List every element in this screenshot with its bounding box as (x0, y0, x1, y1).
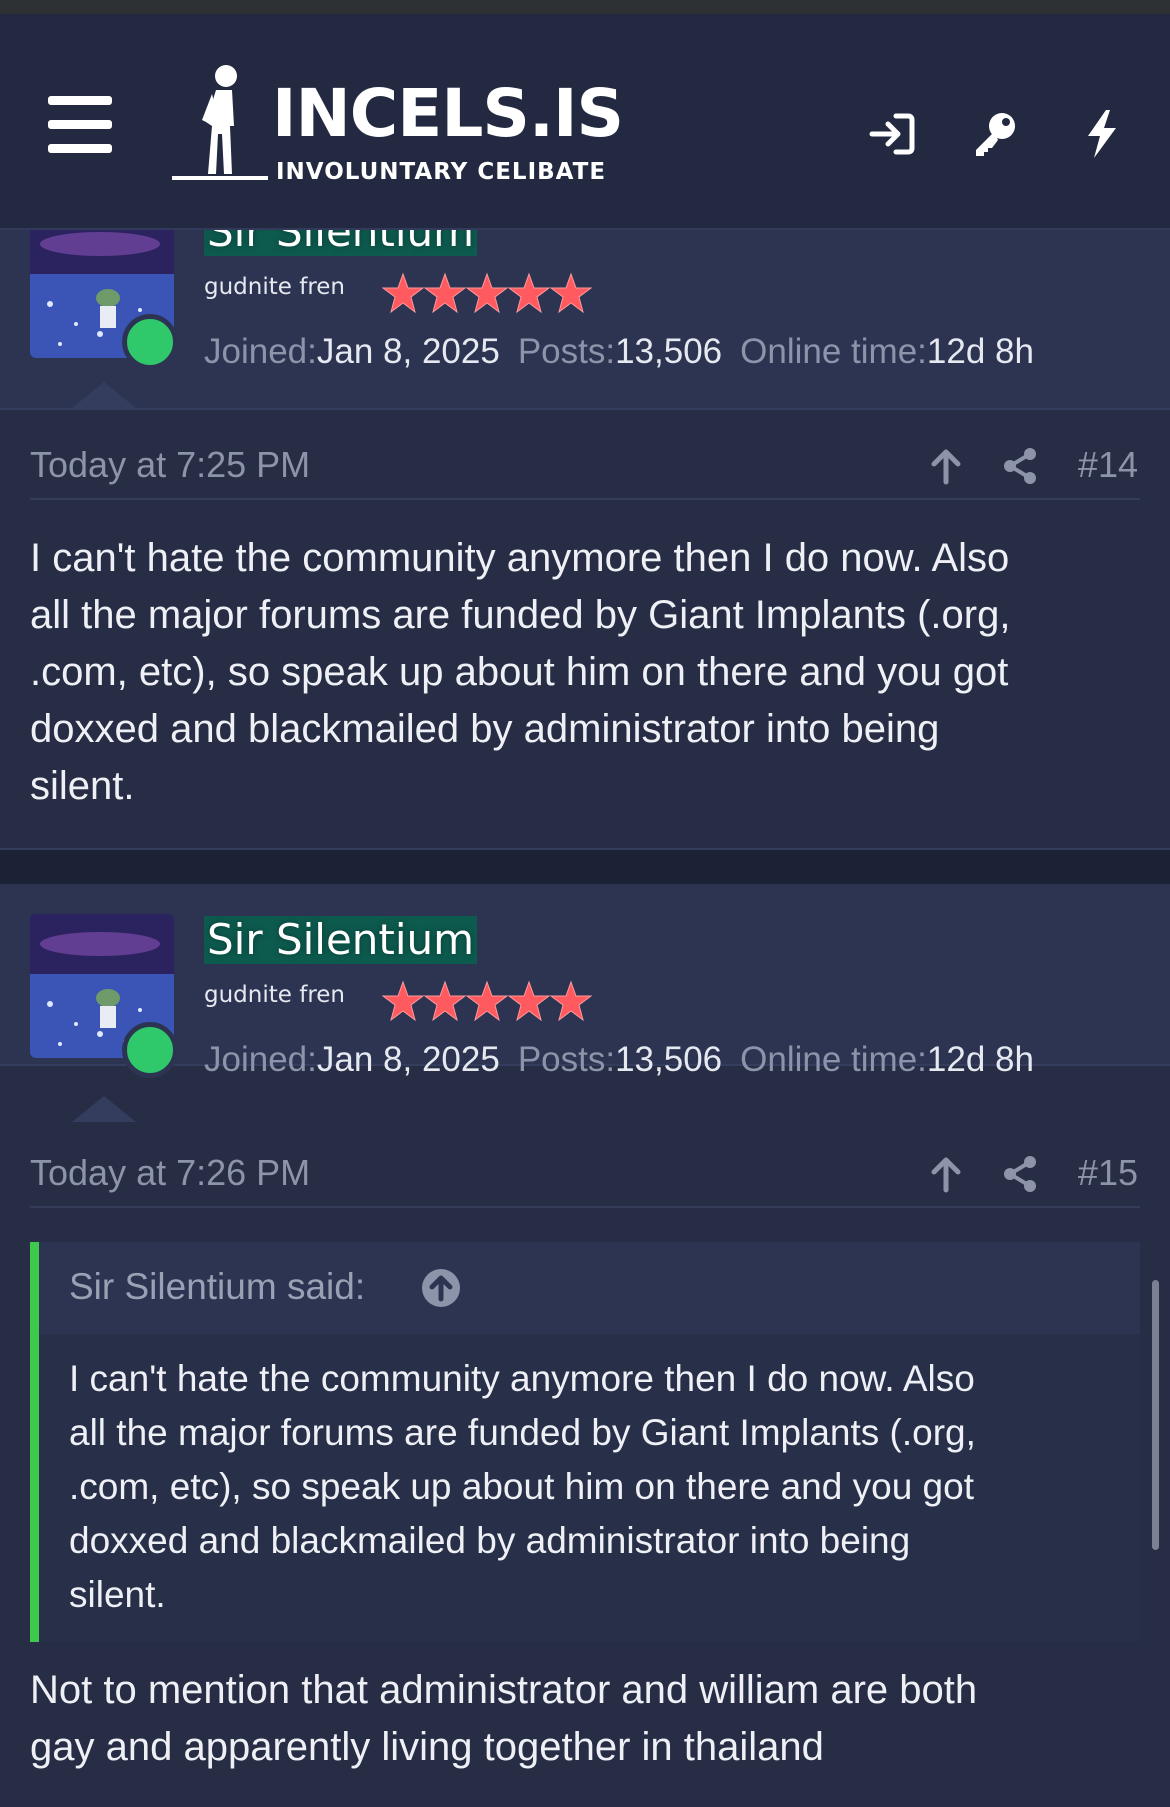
login-icon[interactable] (866, 108, 918, 160)
online-time-label: Online time: (740, 332, 927, 371)
username[interactable]: Sir Silentium (204, 230, 478, 256)
quote-header: Sir Silentium said: (39, 1242, 1140, 1334)
logo-subtitle: INVOLUNTARY CELIBATE (276, 159, 607, 185)
post-line: gay and apparently living together in th… (30, 1725, 824, 1769)
menu-icon[interactable] (48, 92, 114, 158)
joined-value: Jan 8, 2025 (316, 1040, 500, 1079)
lightning-icon[interactable] (1076, 108, 1128, 160)
user-title: gudnite fren (204, 982, 345, 1008)
quote-line: I can't hate the community anymore then … (69, 1358, 975, 1399)
share-icon[interactable] (1000, 446, 1040, 486)
user-block-pointer (72, 1096, 136, 1122)
online-time-value: 12d 8h (926, 332, 1034, 371)
user-block-pointer (72, 382, 136, 408)
arrow-up-icon[interactable] (926, 446, 966, 486)
post-user-block: Sir Silentium gudnite fren Joined:Jan 8,… (0, 884, 1170, 1079)
posts-value: 13,506 (615, 1040, 723, 1079)
post-user-block: Sir Silentium gudnite fren Joined:Jan 8,… (0, 230, 1170, 410)
post-number[interactable]: #14 (1078, 444, 1138, 486)
quote-line: silent. (69, 1574, 166, 1615)
user-stats: Joined:Jan 8, 2025 Posts:13,506 Online tim… (204, 1040, 1034, 1080)
online-time-label: Online time: (740, 1040, 927, 1079)
key-icon[interactable] (968, 108, 1020, 160)
post-line: doxxed and blackmailed by administrator … (30, 707, 940, 751)
post-line: silent. (30, 764, 135, 808)
rating-stars (382, 272, 592, 314)
username[interactable]: Sir Silentium (204, 916, 478, 964)
quote-line: doxxed and blackmailed by administrator … (69, 1520, 911, 1561)
post-line: all the major forums are funded by Giant… (30, 593, 1011, 637)
posts-value: 13,506 (615, 332, 723, 371)
user-stats: Joined:Jan 8, 2025 Posts:13,506 Online tim… (204, 332, 1034, 372)
share-icon[interactable] (1000, 1154, 1040, 1194)
joined-value: Jan 8, 2025 (316, 332, 500, 371)
post-timestamp[interactable]: Today at 7:25 PM (30, 444, 310, 486)
post-body: I can't hate the community anymore then … (30, 530, 1140, 815)
posts-label: Posts: (517, 332, 616, 371)
jump-to-quote-icon[interactable] (421, 1268, 461, 1308)
post-meta-bar: Today at 7:26 PM #15 (30, 1144, 1140, 1208)
post-separator (0, 848, 1170, 886)
quote-line: .com, etc), so speak up about him on the… (69, 1466, 974, 1507)
arrow-up-icon[interactable] (926, 1154, 966, 1194)
logo-figure-icon (172, 65, 268, 180)
user-title: gudnite fren (204, 274, 345, 300)
post-line: I can't hate the community anymore then … (30, 536, 1010, 580)
online-status-dot (122, 314, 178, 370)
status-strip (0, 0, 1170, 14)
post-line: .com, etc), so speak up about him on the… (30, 650, 1009, 694)
site-header: INCELS.IS INVOLUNTARY CELIBATE (0, 14, 1170, 230)
online-time-value: 12d 8h (926, 1040, 1034, 1079)
post-number[interactable]: #15 (1078, 1152, 1138, 1194)
quote-scrollbar[interactable] (1152, 1280, 1159, 1550)
rating-stars (382, 980, 592, 1022)
quote-block: Sir Silentium said: I can't hate the com… (30, 1242, 1140, 1642)
quote-line: all the major forums are funded by Giant… (69, 1412, 976, 1453)
online-status-dot (122, 1022, 178, 1078)
quote-text: I can't hate the community anymore then … (69, 1352, 1129, 1622)
joined-label: Joined: (204, 1040, 317, 1079)
post-meta-bar: Today at 7:25 PM #14 (30, 436, 1140, 500)
post-timestamp[interactable]: Today at 7:26 PM (30, 1152, 310, 1194)
logo-title[interactable]: INCELS.IS (272, 74, 624, 154)
joined-label: Joined: (204, 332, 317, 371)
post-line: Not to mention that administrator and wi… (30, 1668, 978, 1712)
post-body: Not to mention that administrator and wi… (30, 1662, 1140, 1776)
posts-label: Posts: (517, 1040, 616, 1079)
quote-attribution[interactable]: Sir Silentium said: (69, 1266, 365, 1308)
